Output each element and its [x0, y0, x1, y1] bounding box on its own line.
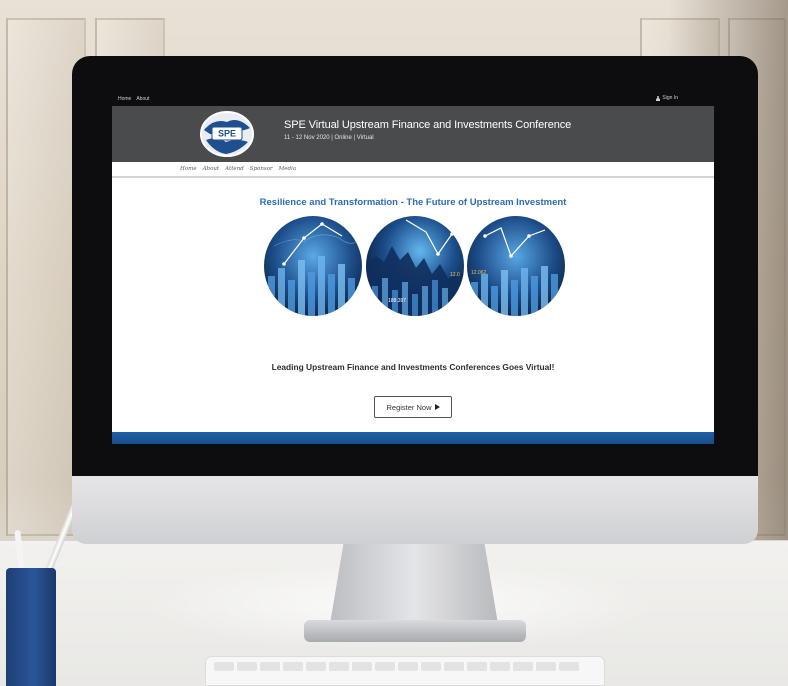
- user-icon: [656, 95, 661, 101]
- hero-tagline: Leading Upstream Finance and Investments…: [271, 362, 555, 372]
- footer-stripe: [112, 432, 714, 444]
- main-nav: Home About Attend Sponsor Media: [112, 162, 714, 178]
- globe-value-label: 12.0: [450, 272, 460, 278]
- finance-globe-image: [264, 216, 362, 316]
- sign-in-label: Sign In: [662, 95, 678, 101]
- room-background: Home About Sign In SPE SPE Virtual Upstr…: [0, 0, 788, 686]
- register-now-label: Register Now: [386, 402, 432, 412]
- monitor-stand-foot: [304, 620, 526, 642]
- nav-item-home[interactable]: Home: [180, 166, 197, 172]
- utility-bar: Home About Sign In: [112, 92, 714, 106]
- site-header: SPE SPE Virtual Upstream Finance and Inv…: [112, 106, 714, 162]
- hero-title: Resilience and Transformation - The Futu…: [259, 197, 567, 208]
- register-now-button[interactable]: Register Now: [374, 396, 452, 418]
- pen-cup: [6, 568, 56, 686]
- globe-value-label: 12.062: [471, 270, 487, 276]
- globe-value-label: 188.397: [388, 298, 406, 304]
- sign-in-link[interactable]: Sign In: [656, 95, 678, 101]
- web-page: Home About Sign In SPE SPE Virtual Upstr…: [112, 92, 714, 444]
- finance-globe-image: 12.0 188.397: [366, 216, 464, 316]
- finance-globe-image: 12.062: [467, 216, 565, 316]
- nav-item-attend[interactable]: Attend: [225, 166, 244, 172]
- keyboard: [205, 656, 605, 686]
- conference-subtitle: 11 - 12 Nov 2020 | Online | Virtual: [284, 135, 374, 141]
- nav-item-sponsor[interactable]: Sponsor: [250, 166, 273, 172]
- play-arrow-icon: [434, 404, 440, 410]
- spe-logo[interactable]: SPE: [198, 110, 256, 158]
- monitor-stand: [330, 544, 498, 624]
- monitor-chin: [72, 476, 758, 544]
- nav-item-about[interactable]: About: [203, 166, 220, 172]
- conference-title: SPE Virtual Upstream Finance and Investm…: [284, 119, 572, 131]
- nav-item-media[interactable]: Media: [279, 166, 296, 172]
- utility-link-about[interactable]: About: [136, 96, 149, 102]
- utility-link-home[interactable]: Home: [118, 96, 131, 102]
- logo-text: SPE: [218, 129, 236, 139]
